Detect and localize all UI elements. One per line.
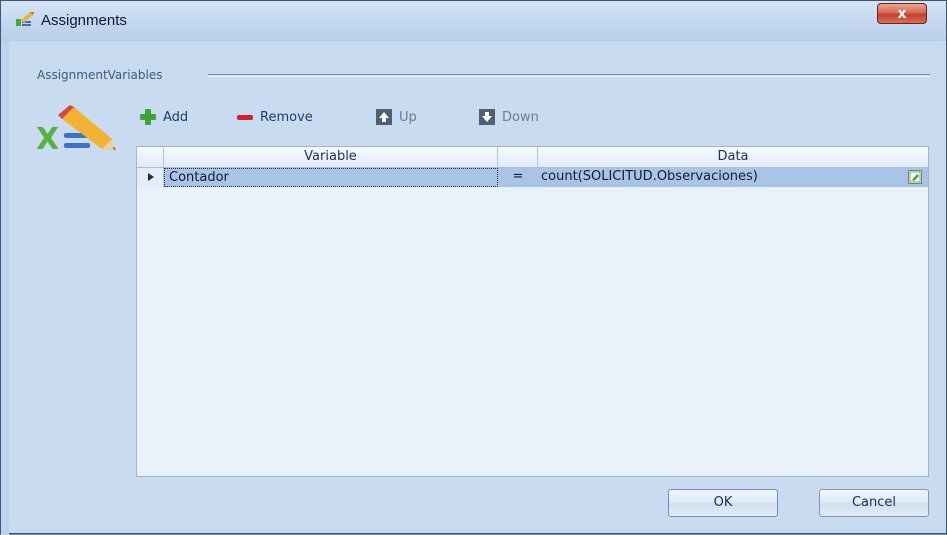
- row-selector[interactable]: [137, 168, 164, 187]
- remove-icon: [236, 108, 254, 126]
- column-header-operator[interactable]: [498, 147, 538, 167]
- up-button[interactable]: Up: [375, 107, 417, 127]
- down-label: Down: [502, 109, 539, 125]
- group-divider: [208, 74, 930, 77]
- row-header-corner: [137, 147, 164, 167]
- add-label: Add: [163, 109, 189, 125]
- cell-data[interactable]: count(SOLICITUD.Observaciones): [538, 168, 928, 187]
- assignments-dialog: Assignments x AssignmentVariables X Add: [0, 0, 947, 535]
- arrow-down-icon: [478, 108, 496, 126]
- ok-button[interactable]: OK: [668, 489, 778, 517]
- cell-variable[interactable]: Contador: [164, 168, 498, 187]
- remove-button[interactable]: Remove: [236, 107, 313, 127]
- window-left-border: [1, 41, 9, 535]
- variables-grid[interactable]: Variable Data Contador = count(SOLICITUD…: [136, 146, 929, 477]
- window-title: Assignments: [41, 12, 127, 29]
- svg-text:X: X: [36, 122, 59, 157]
- arrow-up-icon: [375, 108, 393, 126]
- column-header-variable[interactable]: Variable: [164, 147, 498, 167]
- remove-label: Remove: [260, 109, 313, 125]
- cell-operator: =: [512, 169, 524, 184]
- current-row-arrow-icon: [148, 173, 154, 181]
- column-header-data[interactable]: Data: [538, 147, 928, 167]
- assignment-pencil-icon: [16, 12, 34, 26]
- add-button[interactable]: Add: [139, 107, 188, 127]
- grid-header: Variable Data: [137, 147, 928, 168]
- close-icon: x: [897, 6, 907, 22]
- add-icon: [139, 108, 157, 126]
- dialog-body: AssignmentVariables X Add Remove Up Down…: [9, 43, 940, 527]
- cancel-button[interactable]: Cancel: [819, 489, 929, 517]
- variables-assignment-icon: X: [36, 105, 116, 157]
- title-bar[interactable]: Assignments x: [1, 1, 946, 41]
- table-row[interactable]: Contador = count(SOLICITUD.Observaciones…: [137, 168, 928, 187]
- close-button[interactable]: x: [877, 3, 927, 24]
- group-label: AssignmentVariables: [37, 68, 165, 82]
- up-label: Up: [399, 109, 417, 125]
- down-button[interactable]: Down: [478, 107, 539, 127]
- edit-expression-icon[interactable]: [908, 170, 922, 184]
